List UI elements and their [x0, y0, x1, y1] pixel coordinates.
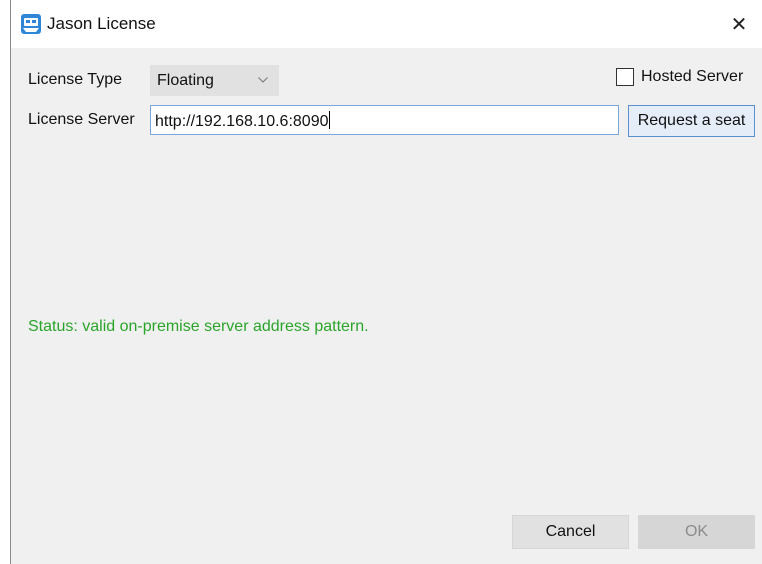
cancel-button[interactable]: Cancel [512, 515, 629, 549]
chevron-down-icon [258, 77, 268, 83]
status-message: Status: valid on-premise server address … [28, 318, 369, 335]
license-dialog: Jason License ✕ License Type Floating Ho… [10, 0, 762, 564]
license-type-label: License Type [28, 71, 122, 88]
request-seat-button[interactable]: Request a seat [628, 105, 755, 137]
window-title: Jason License [47, 14, 156, 33]
title-bar[interactable]: Jason License ✕ [11, 0, 762, 48]
hosted-server-label[interactable]: Hosted Server [641, 68, 743, 86]
license-type-value: Floating [157, 72, 214, 89]
license-server-label: License Server [28, 111, 135, 128]
close-button[interactable]: ✕ [716, 0, 762, 48]
license-server-value: http://192.168.10.6:8090 [155, 111, 331, 130]
license-server-input[interactable]: http://192.168.10.6:8090 [150, 105, 619, 135]
close-icon: ✕ [730, 13, 748, 36]
jason-app-icon [21, 14, 41, 34]
dialog-body: License Type Floating Hosted Server Lice… [11, 48, 762, 564]
hosted-server-checkbox[interactable] [616, 68, 634, 86]
license-type-select[interactable]: Floating [150, 65, 279, 96]
ok-button[interactable]: OK [638, 515, 755, 549]
text-caret [329, 111, 331, 129]
